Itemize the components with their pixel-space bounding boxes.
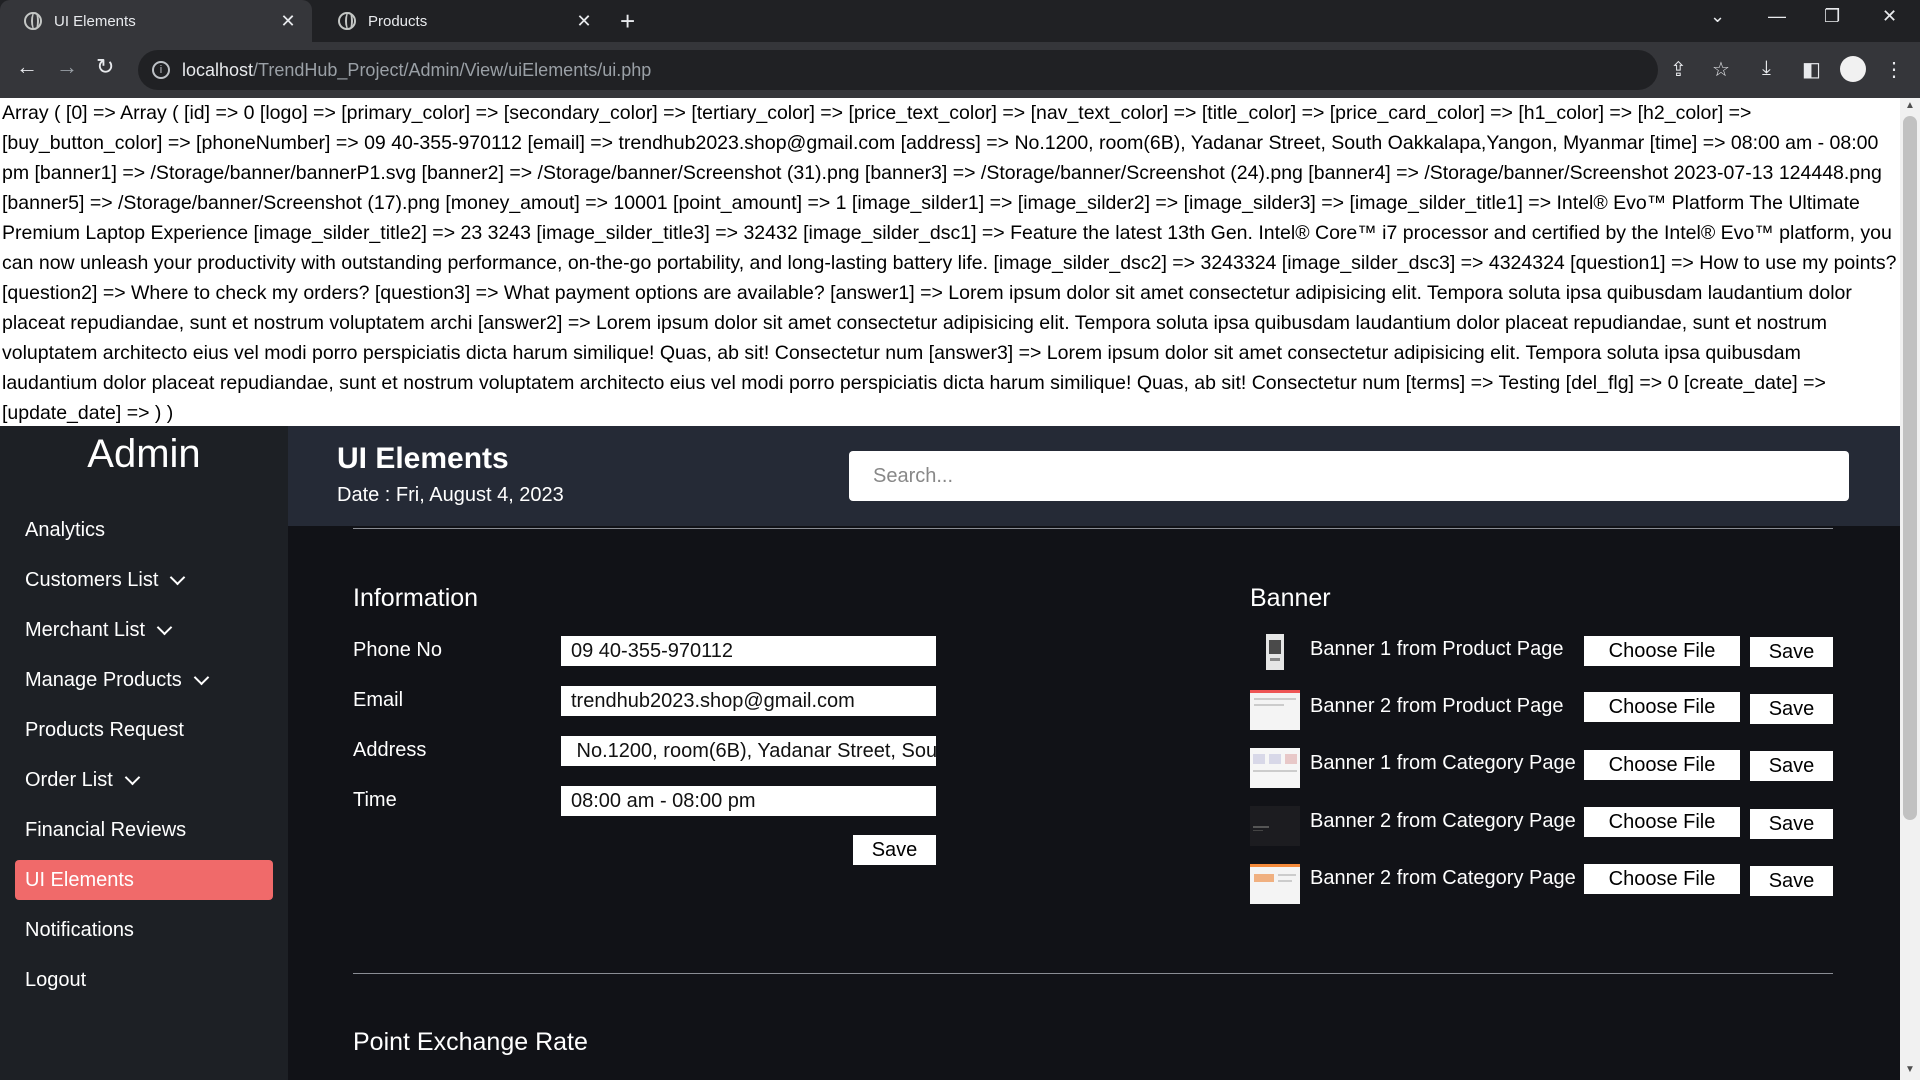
choose-file-button[interactable]: Choose File (1584, 864, 1740, 894)
save-banner-button[interactable]: Save (1750, 866, 1833, 896)
email-label: Email (353, 689, 404, 711)
choose-file-button[interactable]: Choose File (1584, 807, 1740, 837)
sidebar-item-label: Analytics (25, 518, 106, 541)
sidebar-item-logout[interactable]: Logout (15, 960, 273, 1000)
phone-field[interactable] (561, 636, 936, 666)
reload-icon[interactable]: ↻ (96, 54, 114, 80)
email-field[interactable] (561, 686, 936, 716)
tab-label: UI Elements (54, 12, 136, 30)
sidebar-item-merchant-list[interactable]: Merchant List (15, 610, 273, 650)
divider (353, 973, 1833, 974)
banner-2-category-thumbnail (1250, 864, 1300, 904)
chevron-down-icon (193, 669, 210, 685)
page-date: Date : Fri, August 4, 2023 (337, 484, 564, 506)
save-banner-button[interactable]: Save (1750, 751, 1833, 781)
sidebar-item-analytics[interactable]: Analytics (15, 510, 273, 550)
banner-3-category-label: Banner 2 from Category Page (1310, 867, 1576, 889)
sidebar-item-order-list[interactable]: Order List (15, 760, 273, 800)
address-bar[interactable]: i localhost/TrendHub_Project/Admin/View/… (138, 50, 1658, 90)
scroll-down-icon[interactable]: ▼ (1905, 1064, 1915, 1075)
banner-2-product-thumbnail (1250, 690, 1300, 730)
download-icon[interactable]: ⤓ (1762, 57, 1771, 80)
banner-2-category-label: Banner 2 from Category Page (1310, 810, 1576, 832)
banner-1-category-label: Banner 1 from Category Page (1310, 752, 1576, 774)
phone-label: Phone No (353, 639, 442, 661)
debug-array-dump: Array ( [0] => Array ( [id] => 0 [logo] … (0, 98, 1900, 426)
tab-search-icon[interactable]: ⌄ (1710, 6, 1725, 27)
scroll-up-icon[interactable]: ▲ (1905, 100, 1915, 111)
menu-icon[interactable]: ⋮ (1884, 57, 1904, 82)
sidebar-item-label: Notifications (25, 918, 134, 941)
search-input[interactable] (849, 451, 1849, 501)
close-icon[interactable]: ✕ (278, 11, 298, 32)
sidebar-item-label: Manage Products (25, 668, 182, 691)
globe-icon (24, 12, 42, 30)
close-icon[interactable]: ✕ (574, 11, 594, 32)
sidebar-item-notifications[interactable]: Notifications (15, 910, 273, 950)
sidebar-item-products-request[interactable]: Products Request (15, 710, 273, 750)
tab-products[interactable]: Products ✕ (314, 0, 608, 42)
browser-tabstrip: UI Elements ✕ Products ✕ + ⌄ — ❐ ✕ (0, 0, 1920, 42)
tab-label: Products (368, 12, 428, 30)
sidebar-item-customers-list[interactable]: Customers List (15, 560, 273, 600)
new-tab-button[interactable]: + (620, 6, 635, 37)
save-banner-button[interactable]: Save (1750, 809, 1833, 839)
tab-ui-elements[interactable]: UI Elements ✕ (0, 0, 312, 42)
choose-file-button[interactable]: Choose File (1584, 692, 1740, 722)
forward-arrow-icon[interactable]: → (56, 54, 78, 80)
sidepanel-icon[interactable]: ◧ (1802, 57, 1821, 82)
time-field[interactable] (561, 786, 936, 816)
profile-icon[interactable] (1840, 56, 1866, 82)
save-banner-button[interactable]: Save (1750, 637, 1833, 667)
sidebar-item-financial-reviews[interactable]: Financial Reviews (15, 810, 273, 850)
globe-icon (338, 12, 356, 30)
share-icon[interactable]: ⇪ (1670, 57, 1687, 82)
sidebar-item-ui-elements[interactable]: UI Elements (15, 860, 273, 900)
save-information-button[interactable]: Save (853, 835, 936, 865)
banner-1-category-thumbnail (1250, 748, 1300, 788)
banner-title: Banner (1250, 584, 1331, 612)
chevron-down-icon (156, 619, 173, 635)
banner-2-category-thumbnail (1250, 806, 1300, 846)
sidebar-item-label: Order List (25, 768, 113, 791)
star-icon[interactable]: ☆ (1712, 57, 1730, 82)
chevron-down-icon (124, 769, 141, 785)
sidebar-item-label: Customers List (25, 568, 159, 591)
sidebar-item-label: Logout (25, 968, 87, 991)
banner-1-product-label: Banner 1 from Product Page (1310, 638, 1564, 660)
address-label: Address (353, 739, 427, 761)
sidebar-item-label: Financial Reviews (25, 818, 187, 841)
information-title: Information (353, 584, 479, 612)
window-close-icon[interactable]: ✕ (1882, 6, 1897, 27)
minimize-icon[interactable]: — (1768, 6, 1786, 27)
banner-1-product-thumbnail (1250, 632, 1300, 672)
restore-icon[interactable]: ❐ (1824, 6, 1840, 27)
save-banner-button[interactable]: Save (1750, 694, 1833, 724)
choose-file-button[interactable]: Choose File (1584, 636, 1740, 666)
address-field[interactable] (561, 736, 936, 766)
banner-2-product-label: Banner 2 from Product Page (1310, 695, 1564, 717)
scrollbar-thumb[interactable] (1903, 116, 1917, 820)
page-title: UI Elements (337, 442, 509, 475)
chevron-down-icon (170, 569, 186, 585)
info-icon[interactable]: i (152, 61, 170, 79)
url-path: /TrendHub_Project/Admin/View/uiElements/… (253, 59, 652, 80)
back-arrow-icon[interactable]: ← (16, 54, 38, 80)
sidebar-item-manage-products[interactable]: Manage Products (15, 660, 273, 700)
point-exchange-title: Point Exchange Rate (353, 1028, 588, 1056)
browser-toolbar: ← → ↻ i localhost/TrendHub_Project/Admin… (0, 42, 1920, 98)
time-label: Time (353, 789, 397, 811)
choose-file-button[interactable]: Choose File (1584, 750, 1740, 780)
url-host: localhost (182, 59, 254, 80)
divider (353, 528, 1833, 529)
sidebar-item-label: Products Request (25, 718, 184, 741)
sidebar-item-label: UI Elements (25, 868, 134, 891)
brand-title: Admin (87, 432, 201, 476)
sidebar-item-label: Merchant List (25, 618, 146, 641)
